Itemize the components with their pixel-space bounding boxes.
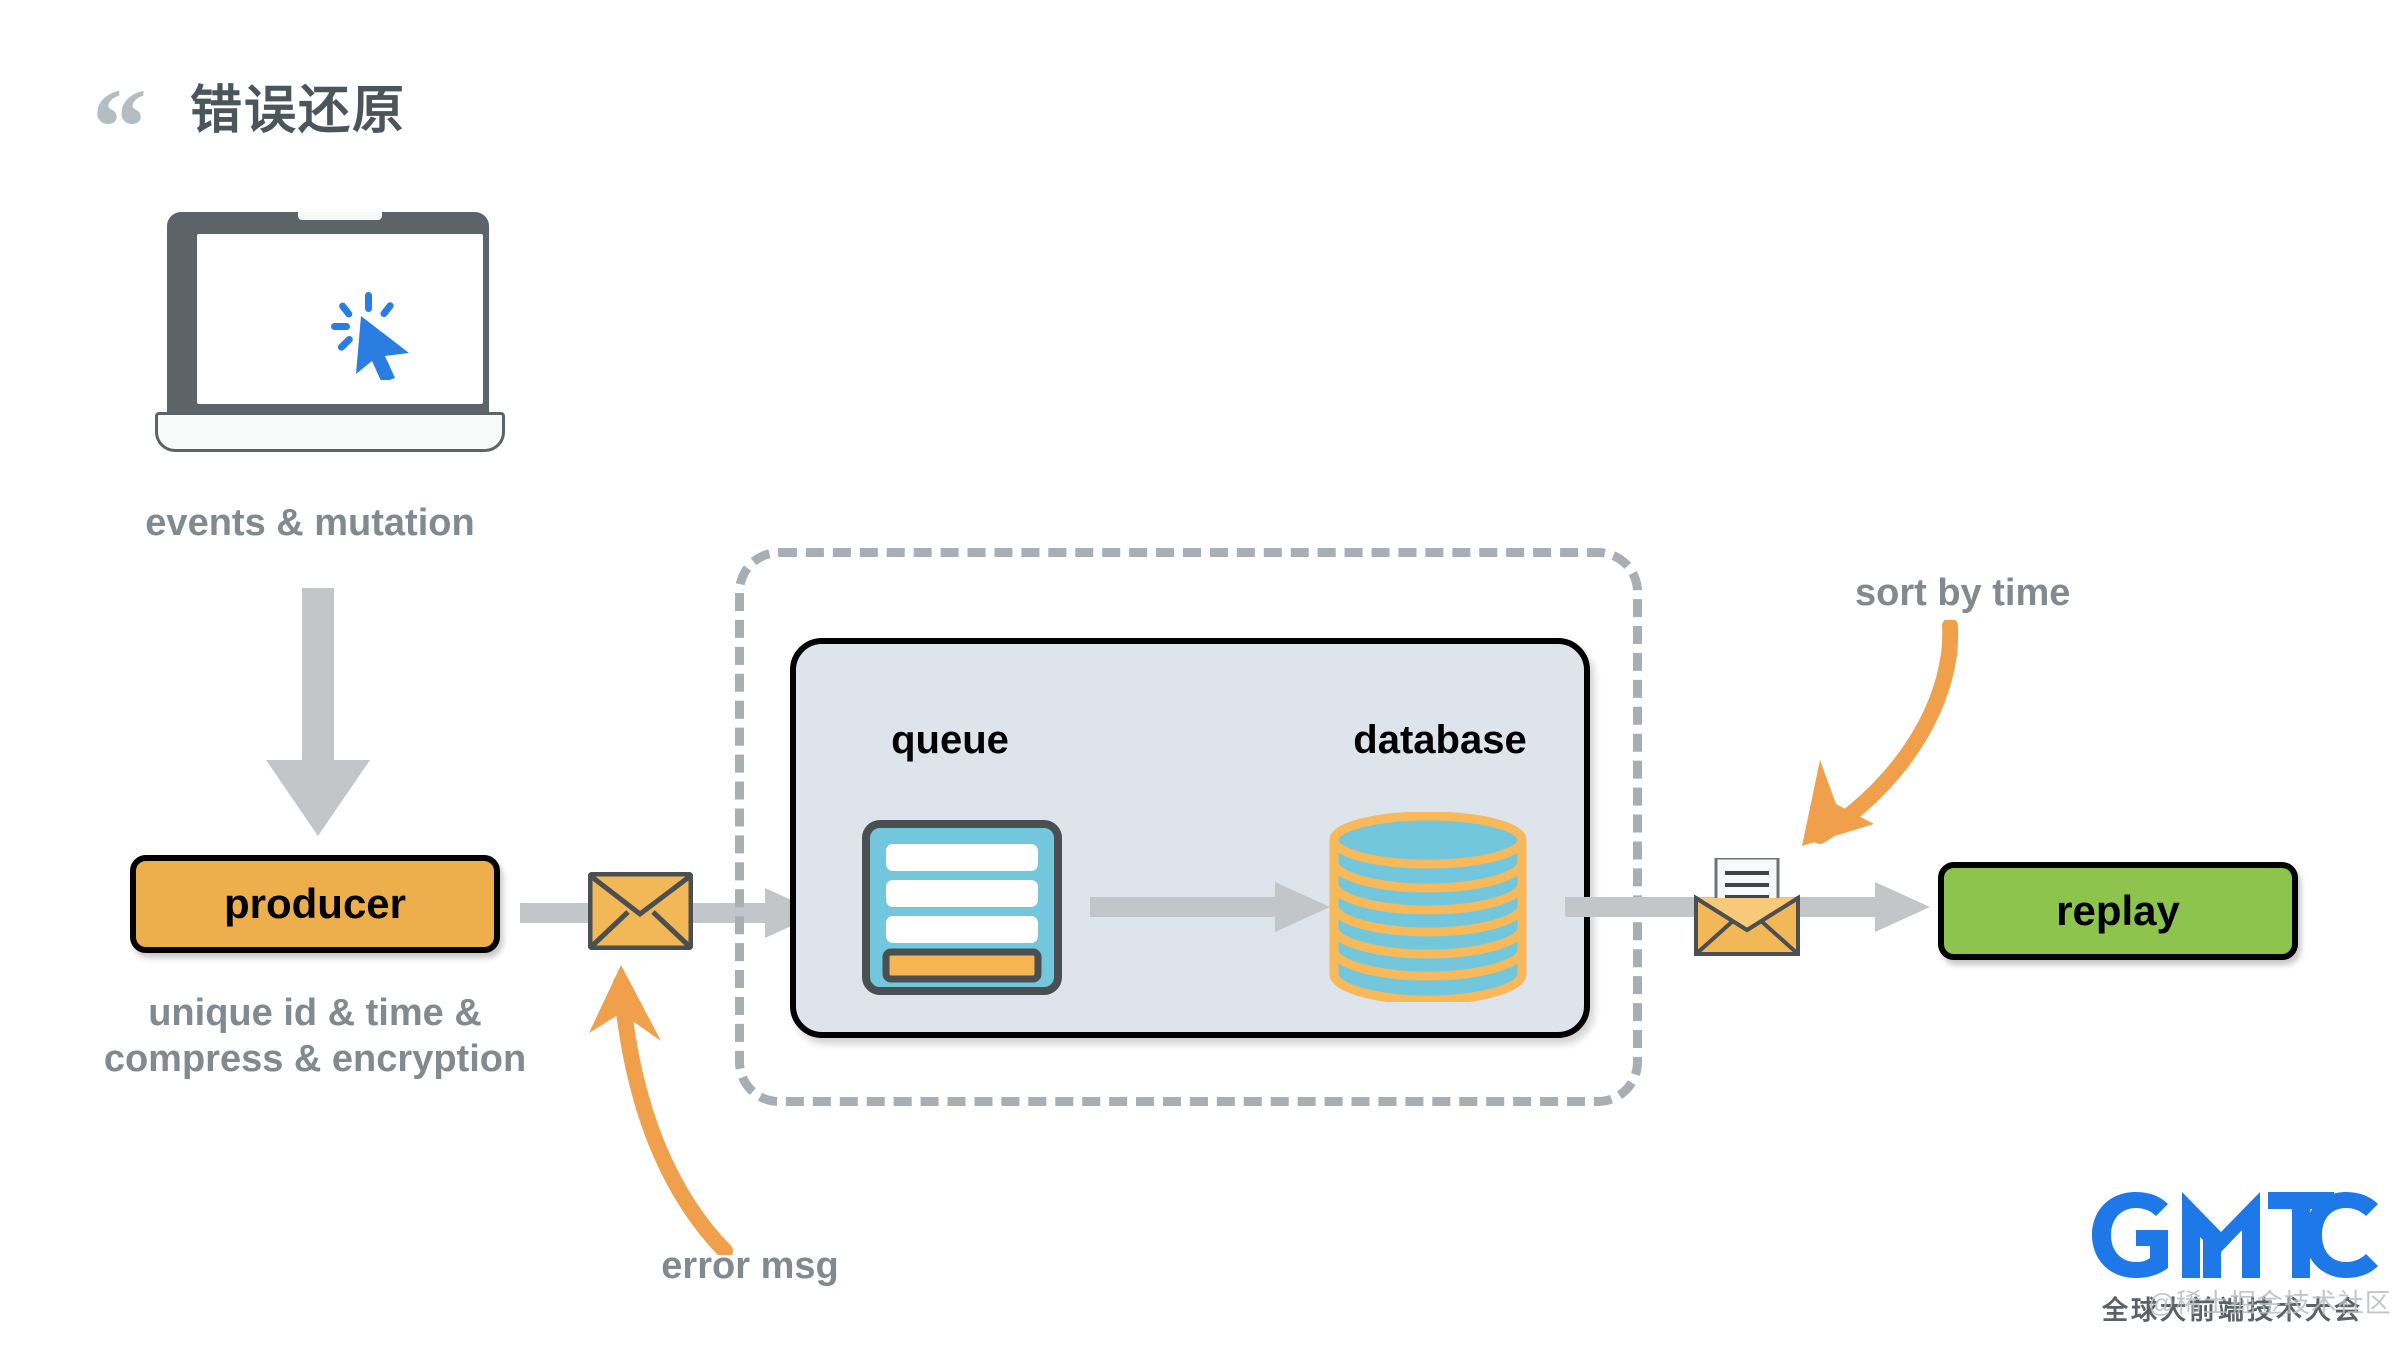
page-title: 错误还原 [190, 82, 407, 140]
database-cylinder-icon [1329, 812, 1527, 1002]
database-caption: database [1353, 718, 1527, 762]
queue-list-icon [862, 820, 1062, 995]
gmtc-logo-mark [2092, 1192, 2378, 1278]
curved-arrow-up-left-icon [589, 965, 733, 1255]
producer-label: producer [223, 880, 407, 927]
laptop-icon [155, 212, 505, 457]
flow-arrow-queue-to-database [1090, 882, 1330, 932]
laptop-camera-notch [298, 212, 382, 220]
label-error-msg: error msg [661, 1245, 839, 1287]
down-arrow-icon [266, 588, 370, 836]
label-sort-by-time: sort by time [1855, 572, 2071, 614]
cursor-click-icon [331, 292, 409, 380]
label-producer-detail: unique id & time & compress & encryption [103, 992, 527, 1081]
label-events-mutation: events & mutation [145, 502, 475, 544]
producer-node[interactable]: producer [130, 855, 500, 953]
slide-canvas: “ 错误还原 events & mutation producer unique… [0, 0, 2398, 1346]
replay-label: replay [2056, 887, 2180, 934]
watermark-text: @稀土掘金技术社区 [2148, 1288, 2392, 1318]
envelope-closed-icon [588, 872, 693, 950]
quote-mark-icon: “ [92, 66, 147, 188]
curved-arrow-down-left-icon [1802, 620, 1959, 846]
queue-caption: queue [891, 718, 1009, 762]
laptop-base [155, 412, 505, 452]
